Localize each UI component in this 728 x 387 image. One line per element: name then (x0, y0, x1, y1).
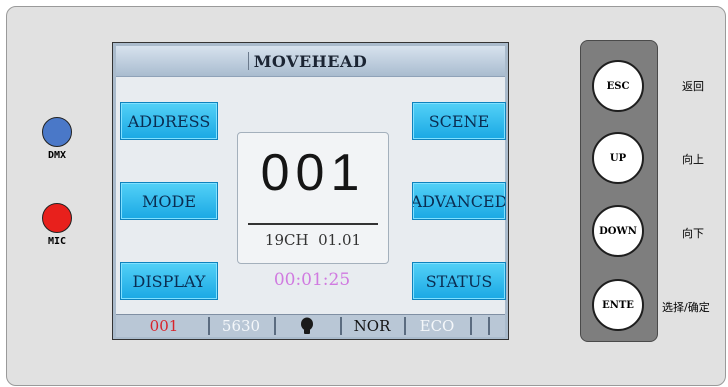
status-separator (208, 317, 210, 335)
title-bar: MOVEHEAD (116, 46, 505, 77)
firmware-version: 01.01 (318, 231, 362, 249)
screen-content: MOVEHEAD ADDRESS MODE DISPLAY SCENE ADVA… (116, 46, 506, 337)
status-separator (274, 317, 276, 335)
enter-button[interactable]: ENTE (592, 279, 644, 331)
up-button[interactable]: UP (592, 132, 644, 184)
mic-indicator-led (42, 203, 72, 233)
status-code: 5630 (221, 317, 261, 335)
lcd-screen: MOVEHEAD ADDRESS MODE DISPLAY SCENE ADVA… (112, 42, 509, 340)
status-separator (488, 317, 490, 335)
address-value: 001 (260, 144, 366, 202)
up-caption: 向上 (682, 153, 704, 166)
status-separator (404, 317, 406, 335)
scene-button[interactable]: SCENE (412, 102, 506, 140)
channel-info: 19CH 01.01 (238, 231, 388, 249)
hardware-button-panel: ESC UP DOWN ENTE (580, 40, 658, 342)
status-button[interactable]: STATUS (412, 262, 506, 300)
divider (248, 223, 378, 225)
status-separator (340, 317, 342, 335)
run-timer: 00:01:25 (273, 270, 351, 290)
display-button[interactable]: DISPLAY (120, 262, 218, 300)
status-bar: 001 5630 NOR ECO (116, 314, 505, 337)
dmx-indicator-led (42, 117, 72, 147)
advanced-button[interactable]: ADVANCED (412, 182, 506, 220)
esc-caption: 返回 (682, 80, 704, 93)
mic-label: MIC (47, 236, 67, 247)
screen-title: MOVEHEAD (253, 52, 368, 71)
address-button[interactable]: ADDRESS (120, 102, 218, 140)
status-address: 001 (149, 317, 179, 335)
address-display: 001 19CH 01.01 (237, 132, 389, 264)
down-button[interactable]: DOWN (592, 205, 644, 257)
channel-mode: 19CH (264, 231, 309, 249)
status-separator (470, 317, 472, 335)
status-mode: NOR (353, 317, 391, 335)
bulb-icon (277, 315, 337, 337)
dmx-label: DMX (47, 150, 67, 161)
enter-caption: 选择/确定 (662, 301, 710, 314)
status-eco: ECO (419, 317, 455, 335)
down-caption: 向下 (682, 227, 704, 240)
mode-button[interactable]: MODE (120, 182, 218, 220)
esc-button[interactable]: ESC (592, 60, 644, 112)
